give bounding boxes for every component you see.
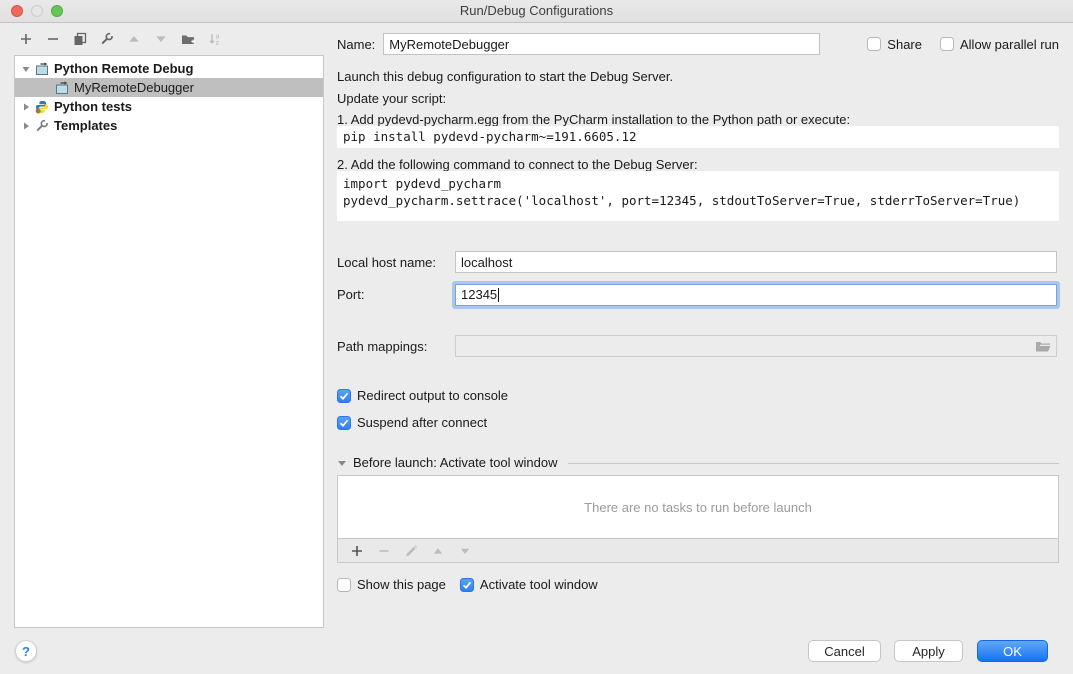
path-mappings-row: Path mappings: bbox=[337, 335, 1057, 357]
show-this-page-label: Show this page bbox=[357, 577, 446, 592]
intro-text: Launch this debug configuration to start… bbox=[337, 69, 1059, 85]
redirect-output-label: Redirect output to console bbox=[357, 388, 508, 403]
allow-parallel-checkbox[interactable] bbox=[940, 37, 954, 51]
configurations-tree: Python Remote Debug MyRemoteDebugger Pyt… bbox=[14, 55, 324, 628]
empty-tasks-message: There are no tasks to run before launch bbox=[584, 500, 812, 515]
text-caret bbox=[498, 288, 499, 302]
section-rule bbox=[568, 463, 1059, 464]
update-script-text: Update your script: bbox=[337, 91, 1059, 107]
remote-debug-config-icon bbox=[55, 81, 69, 95]
share-label: Share bbox=[887, 37, 922, 52]
apply-button[interactable]: Apply bbox=[894, 640, 963, 662]
move-down-icon bbox=[154, 32, 168, 46]
local-host-input[interactable]: localhost bbox=[455, 251, 1057, 273]
allow-parallel-label: Allow parallel run bbox=[960, 37, 1059, 52]
port-value: 12345 bbox=[461, 287, 497, 302]
local-host-value: localhost bbox=[461, 255, 512, 270]
chevron-right-icon[interactable] bbox=[20, 120, 32, 132]
window-title: Run/Debug Configurations bbox=[0, 0, 1073, 22]
path-mappings-label: Path mappings: bbox=[337, 339, 455, 354]
activate-tool-window-label: Activate tool window bbox=[480, 577, 598, 592]
local-host-row: Local host name: localhost bbox=[337, 251, 1057, 273]
suspend-checkbox[interactable] bbox=[337, 416, 351, 430]
tree-item-label: MyRemoteDebugger bbox=[74, 80, 194, 95]
settrace-code-block: import pydevd_pycharm pydevd_pycharm.set… bbox=[337, 171, 1059, 221]
help-button[interactable]: ? bbox=[15, 640, 37, 662]
remove-task-icon bbox=[377, 544, 391, 558]
new-folder-icon[interactable] bbox=[181, 32, 195, 46]
edit-task-pencil-icon bbox=[404, 544, 418, 558]
disclosure-triangle-icon[interactable] bbox=[337, 458, 347, 468]
tree-item-python-remote-debug[interactable]: Python Remote Debug bbox=[15, 59, 323, 78]
tree-item-label: Templates bbox=[54, 118, 117, 133]
port-label: Port: bbox=[337, 287, 455, 302]
share-checkbox-group[interactable]: Share bbox=[867, 37, 922, 52]
copy-configuration-icon[interactable] bbox=[73, 32, 87, 46]
tree-item-myremotedebugger[interactable]: MyRemoteDebugger bbox=[15, 78, 323, 97]
suspend-after-connect-row: Suspend after connect bbox=[337, 415, 1059, 430]
edit-defaults-wrench-icon[interactable] bbox=[100, 32, 114, 46]
pip-install-code-block: pip install pydevd-pycharm~=191.6605.12 bbox=[337, 126, 1059, 148]
add-task-icon[interactable] bbox=[350, 544, 364, 558]
redirect-output-checkbox-group[interactable]: Redirect output to console bbox=[337, 388, 508, 403]
redirect-output-checkbox[interactable] bbox=[337, 389, 351, 403]
redirect-output-row: Redirect output to console bbox=[337, 388, 1059, 403]
name-label: Name: bbox=[337, 37, 375, 52]
local-host-label: Local host name: bbox=[337, 255, 455, 270]
python-tests-icon bbox=[35, 100, 49, 114]
activate-tool-window-checkbox-group[interactable]: Activate tool window bbox=[460, 577, 598, 592]
remove-configuration-icon[interactable] bbox=[46, 32, 60, 46]
before-launch-header[interactable]: Before launch: Activate tool window bbox=[337, 455, 1059, 471]
help-question-icon: ? bbox=[22, 644, 30, 659]
tree-item-label: Python tests bbox=[54, 99, 132, 114]
tree-item-python-tests[interactable]: Python tests bbox=[15, 97, 323, 116]
page-options-row: Show this page Activate tool window bbox=[337, 577, 1059, 592]
apply-button-label: Apply bbox=[912, 644, 945, 659]
templates-wrench-icon bbox=[35, 119, 49, 133]
configurations-toolbar: az bbox=[19, 32, 222, 46]
before-launch-title: Before launch: Activate tool window bbox=[353, 455, 558, 471]
move-up-icon bbox=[127, 32, 141, 46]
before-launch-toolbar bbox=[337, 538, 1059, 563]
add-configuration-icon[interactable] bbox=[19, 32, 33, 46]
svg-text:z: z bbox=[216, 40, 220, 46]
path-mappings-input[interactable] bbox=[455, 335, 1057, 357]
ok-button-label: OK bbox=[1003, 644, 1022, 659]
name-input[interactable] bbox=[383, 33, 820, 55]
move-task-down-icon bbox=[458, 544, 472, 558]
cancel-button-label: Cancel bbox=[824, 644, 864, 659]
share-checkbox[interactable] bbox=[867, 37, 881, 51]
remote-debug-config-icon bbox=[35, 62, 49, 76]
port-row: Port: 12345 bbox=[337, 283, 1057, 306]
show-this-page-checkbox[interactable] bbox=[337, 578, 351, 592]
tree-item-label: Python Remote Debug bbox=[54, 61, 193, 76]
port-input[interactable]: 12345 bbox=[455, 284, 1057, 306]
before-launch-task-list[interactable]: There are no tasks to run before launch bbox=[337, 475, 1059, 539]
suspend-checkbox-group[interactable]: Suspend after connect bbox=[337, 415, 487, 430]
suspend-label: Suspend after connect bbox=[357, 415, 487, 430]
ok-button[interactable]: OK bbox=[977, 640, 1048, 662]
browse-folder-icon[interactable] bbox=[1035, 340, 1051, 353]
sort-alphabetically-icon: az bbox=[208, 32, 222, 46]
activate-tool-window-checkbox[interactable] bbox=[460, 578, 474, 592]
chevron-right-icon[interactable] bbox=[20, 101, 32, 113]
chevron-down-icon[interactable] bbox=[20, 63, 32, 75]
title-bar: Run/Debug Configurations bbox=[0, 0, 1073, 23]
allow-parallel-checkbox-group[interactable]: Allow parallel run bbox=[940, 37, 1059, 52]
cancel-button[interactable]: Cancel bbox=[808, 640, 881, 662]
move-task-up-icon bbox=[431, 544, 445, 558]
name-row: Name: Share Allow parallel run bbox=[337, 33, 1059, 55]
show-this-page-checkbox-group[interactable]: Show this page bbox=[337, 577, 446, 592]
tree-item-templates[interactable]: Templates bbox=[15, 116, 323, 135]
